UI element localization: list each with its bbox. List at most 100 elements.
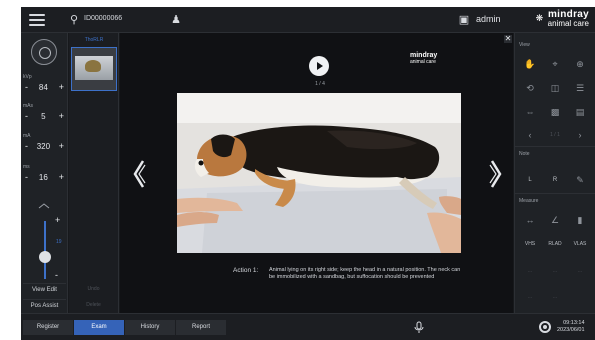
disabled-tool-2: ··· — [552, 269, 558, 275]
slider-value: 19 — [56, 239, 62, 245]
param-label: mA — [23, 133, 31, 139]
view-section-label: View — [519, 42, 530, 48]
kvp-increase[interactable]: + — [59, 82, 64, 92]
play-button[interactable] — [309, 56, 329, 76]
slider-increase[interactable]: + — [55, 215, 60, 225]
ma-increase[interactable]: + — [59, 141, 64, 151]
view-tools-row-3: ⇔ ▩ ▤ — [515, 105, 595, 119]
brand-line2: animal care — [547, 19, 589, 28]
ruler-icon[interactable]: ▮ — [573, 213, 587, 227]
tools-panel: View ✋ ⌖ ⊕ ⟲ ◫ ☰ ⇔ ▩ ▤ ‹ 1 / 1 › Note L … — [514, 33, 595, 313]
thickness-slider[interactable]: + 19 - — [25, 215, 64, 285]
divider — [515, 146, 595, 147]
microphone-icon[interactable] — [413, 321, 425, 334]
param-label: mAs — [23, 103, 33, 109]
user-icon[interactable]: ♟ — [169, 13, 183, 27]
pos-assist-button[interactable]: Pos Assist — [23, 299, 66, 312]
window-level-icon[interactable]: ▩ — [548, 105, 562, 119]
page-nav-row: ‹ 1 / 1 › — [515, 128, 595, 142]
param-label: ms — [23, 164, 30, 170]
thumbnail-item[interactable] — [71, 47, 117, 91]
mas-decrease[interactable]: - — [25, 111, 28, 121]
kvp-value: 84 — [38, 82, 48, 92]
mirror-icon[interactable]: ⇔ — [523, 105, 537, 119]
undo-button[interactable]: Undo — [72, 283, 115, 296]
patient-id-icon: ⚲ — [69, 14, 79, 26]
mindray-logo: ❋ mindray animal care — [536, 9, 589, 29]
thumbnail-image — [75, 56, 113, 80]
thumbnail-panel: ThoRLR Undo Delete — [69, 33, 119, 313]
note-tools-row: L R ✎ — [515, 173, 595, 187]
mas-increase[interactable]: + — [59, 111, 64, 121]
rotate-icon[interactable]: ⟲ — [523, 81, 537, 95]
zoom-icon[interactable]: ⊕ — [573, 57, 587, 71]
tab-exam[interactable]: Exam — [74, 320, 124, 335]
ma-value: 320 — [36, 141, 51, 151]
param-label: kVp — [23, 74, 32, 80]
close-icon[interactable]: ✕ — [504, 35, 512, 43]
angle-icon[interactable]: ∠ — [548, 213, 562, 227]
viewer-brand-logo: mindray animal care — [410, 52, 437, 66]
slider-decrease[interactable]: - — [55, 270, 58, 280]
ms-increase[interactable]: + — [59, 172, 64, 182]
rlad-button[interactable]: RLAD — [543, 241, 567, 247]
positioning-guide-viewer: ✕ 1 / 4 mindray animal care Action 1: An… — [120, 33, 513, 313]
flip-icon[interactable]: ◫ — [548, 81, 562, 95]
note-right-marker[interactable]: R — [548, 173, 562, 187]
ma-decrease[interactable]: - — [25, 141, 28, 151]
page-indicator: 1 / 4 — [315, 81, 325, 87]
viewer-brand-line2: animal care — [410, 59, 436, 65]
distance-icon[interactable]: ↔ — [523, 213, 537, 227]
gear-icon[interactable] — [539, 321, 551, 333]
view-edit-button[interactable]: View Edit — [23, 283, 66, 296]
brand-mark-icon: ❋ — [535, 13, 544, 23]
bottom-bar: Register Exam History Report 09:13:14 20… — [21, 313, 595, 340]
kvp-control: kVp - 84 + — [23, 74, 66, 93]
ma-control: mA - 320 + — [23, 133, 66, 152]
disabled-tool-5: ··· — [552, 295, 558, 301]
layers-icon[interactable]: ☰ — [573, 81, 587, 95]
delete-button[interactable]: Delete — [72, 299, 115, 312]
camera-icon[interactable]: ▣ — [457, 13, 471, 27]
action-label: Action 1: — [233, 267, 259, 274]
disabled-tool-1: ··· — [527, 269, 533, 275]
note-left-marker[interactable]: L — [523, 173, 537, 187]
ms-value: 16 — [38, 172, 48, 182]
ms-decrease[interactable]: - — [25, 172, 28, 182]
slider-track[interactable] — [44, 221, 46, 279]
disabled-tool-4: ··· — [527, 295, 533, 301]
action-text: Animal lying on its right side; keep the… — [269, 267, 461, 280]
next-arrow-icon[interactable] — [489, 159, 503, 189]
thumbnail-label: ThoRLR — [84, 37, 104, 43]
patient-id: ID00000066 — [84, 15, 123, 22]
admin-user[interactable]: admin — [476, 14, 501, 24]
tab-report[interactable]: Report — [176, 320, 226, 335]
view-tools-row-1: ✋ ⌖ ⊕ — [515, 57, 595, 71]
ultrasound-xray-workstation: ⚲ ID00000066 ♟ ▣ admin ❋ mindray animal … — [21, 7, 595, 340]
divider — [515, 193, 595, 194]
page-prev-icon[interactable]: ‹ — [523, 128, 537, 142]
positioning-photo — [177, 93, 461, 253]
exposure-button[interactable] — [31, 39, 57, 65]
exposure-panel: kVp - 84 + mAs - 5 + mA - 320 + ms - 16 … — [21, 33, 68, 313]
invert-icon[interactable]: ▤ — [573, 105, 587, 119]
page-next-icon[interactable]: › — [573, 128, 587, 142]
crop-icon[interactable]: ⌖ — [548, 57, 562, 71]
clock-time: 09:13:14 — [563, 320, 585, 326]
page-count: 1 / 1 — [550, 132, 560, 138]
brand-line1: mindray — [547, 9, 589, 20]
menu-icon[interactable] — [29, 14, 45, 26]
measure-tools-row: ↔ ∠ ▮ — [515, 213, 595, 227]
measure-section-label: Measure — [519, 198, 539, 204]
tab-history[interactable]: History — [125, 320, 175, 335]
edit-note-icon[interactable]: ✎ — [573, 173, 587, 187]
tab-register[interactable]: Register — [23, 320, 73, 335]
collapse-icon[interactable] — [38, 196, 50, 209]
top-bar: ⚲ ID00000066 ♟ ▣ admin ❋ mindray animal … — [21, 7, 595, 33]
pan-icon[interactable]: ✋ — [523, 57, 537, 71]
kvp-decrease[interactable]: - — [25, 82, 28, 92]
vhs-button[interactable]: VHS — [518, 241, 542, 247]
prev-arrow-icon[interactable] — [132, 159, 146, 189]
vlas-button[interactable]: VLAS — [568, 241, 592, 247]
slider-knob[interactable] — [39, 251, 51, 263]
